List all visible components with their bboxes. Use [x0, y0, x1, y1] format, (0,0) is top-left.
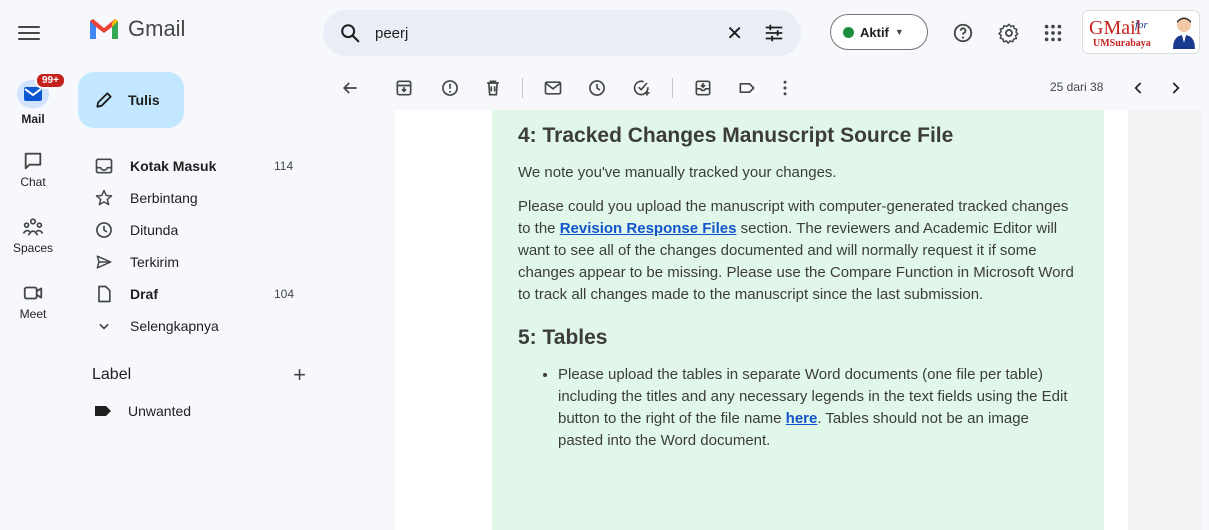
nav-item-sent[interactable]: Terkirim [94, 246, 314, 278]
tables-list: Please upload the tables in separate Wor… [518, 364, 1078, 452]
compose-button[interactable]: Tulis [78, 72, 184, 128]
report-spam-icon[interactable] [440, 78, 460, 98]
nav-item-more[interactable]: Selengkapnya [94, 310, 314, 342]
nav-count: 104 [274, 287, 295, 301]
rail-meet[interactable]: Meet [0, 282, 66, 321]
rail-spaces-label: Spaces [12, 241, 54, 255]
clock-icon [96, 222, 112, 238]
revision-response-files-link[interactable]: Revision Response Files [560, 220, 737, 237]
compose-label: Tulis [128, 92, 160, 108]
search-bar[interactable]: ✕ [323, 10, 801, 56]
chat-icon [24, 152, 42, 170]
email-body: 4: Tracked Changes Manuscript Source Fil… [492, 110, 1104, 530]
pencil-icon [96, 92, 112, 108]
status-label: Aktif [860, 24, 889, 40]
rail-meet-label: Meet [19, 307, 47, 321]
brand-for-text: for [1135, 19, 1148, 31]
clear-search-icon[interactable]: ✕ [726, 21, 743, 46]
email-pane-margin [1128, 110, 1201, 530]
more-vert-icon[interactable] [775, 78, 795, 98]
rail-chat[interactable]: Chat [0, 150, 66, 189]
here-link[interactable]: here [786, 410, 818, 427]
rail-spaces[interactable]: Spaces [0, 216, 66, 255]
nav-item-drafts[interactable]: Draf 104 [94, 278, 314, 310]
nav-item-inbox[interactable]: Kotak Masuk 114 [94, 150, 314, 182]
nav-item-snoozed[interactable]: Ditunda [94, 214, 314, 246]
inbox-icon [95, 158, 113, 174]
pagination-count: 25 dari 38 [1050, 80, 1104, 94]
chevron-left-icon[interactable] [1129, 78, 1149, 98]
rail-mail-label: Mail [21, 112, 45, 126]
add-task-icon[interactable] [632, 78, 652, 98]
gmail-wordmark: Gmail [128, 16, 186, 41]
add-label-icon[interactable]: + [293, 362, 306, 388]
star-icon [95, 189, 113, 206]
labels-header: Label + [92, 362, 312, 388]
chevron-down-icon [99, 323, 109, 330]
rail-chat-label: Chat [20, 175, 46, 189]
snooze-clock-icon[interactable] [587, 78, 607, 98]
apps-grid-icon[interactable] [1042, 22, 1064, 44]
active-status-dot [843, 26, 854, 38]
move-to-icon[interactable] [693, 78, 713, 98]
label-tag-icon [95, 406, 111, 416]
spaces-icon [22, 218, 44, 236]
search-input[interactable] [375, 24, 727, 42]
account-brand-logo[interactable]: GMail for UMSurabaya [1082, 10, 1200, 54]
gmail-m-icon [90, 19, 118, 39]
label-name: Unwanted [128, 403, 192, 419]
nav-label: Terkirim [130, 254, 179, 270]
caret-down-icon: ▼ [894, 27, 904, 37]
gmail-logo[interactable]: Gmail [88, 16, 185, 42]
brand-subtitle: UMSurabaya [1093, 38, 1151, 49]
settings-gear-icon[interactable] [998, 22, 1020, 44]
label-item-unwanted[interactable]: Unwanted [94, 403, 191, 419]
list-item: Please upload the tables in separate Wor… [558, 364, 1078, 452]
rail-mail[interactable]: 99+ Mail [0, 72, 66, 126]
section-heading-tracked-changes: 4: Tracked Changes Manuscript Source Fil… [518, 124, 954, 147]
toolbar-divider [522, 78, 523, 98]
nav-label: Berbintang [130, 190, 198, 206]
search-icon[interactable] [339, 22, 361, 44]
labels-title: Label [92, 366, 132, 383]
delete-trash-icon[interactable] [483, 78, 503, 98]
archive-icon[interactable] [394, 78, 414, 98]
help-icon[interactable] [952, 22, 974, 44]
nav-item-starred[interactable]: Berbintang [94, 182, 314, 214]
nav-label: Ditunda [130, 222, 179, 238]
label-icon[interactable] [737, 78, 757, 98]
unread-badge: 99+ [35, 72, 66, 89]
back-arrow-icon[interactable] [340, 78, 360, 98]
nav-label: Selengkapnya [130, 318, 219, 334]
folder-list: Kotak Masuk 114 Berbintang Ditunda Terki… [94, 150, 314, 342]
nav-label: Kotak Masuk [130, 158, 217, 174]
avatar[interactable] [1171, 15, 1197, 49]
draft-icon [98, 285, 111, 303]
nav-count: 114 [274, 159, 294, 173]
send-icon [96, 255, 112, 269]
main-menu-button[interactable] [18, 22, 40, 44]
email-paragraph: We note you've manually tracked your cha… [518, 164, 837, 181]
status-dropdown[interactable]: Aktif ▼ [830, 14, 928, 50]
brand-logo-text: GMail [1089, 17, 1142, 39]
meet-video-icon [23, 286, 43, 300]
toolbar-divider [672, 78, 673, 98]
chevron-right-icon[interactable] [1165, 78, 1185, 98]
email-paragraph: Please could you upload the manuscript w… [518, 196, 1078, 306]
section-heading-tables: 5: Tables [518, 326, 608, 349]
mark-unread-icon[interactable] [543, 78, 563, 98]
nav-label: Draf [130, 286, 159, 302]
search-options-icon[interactable] [763, 22, 785, 44]
